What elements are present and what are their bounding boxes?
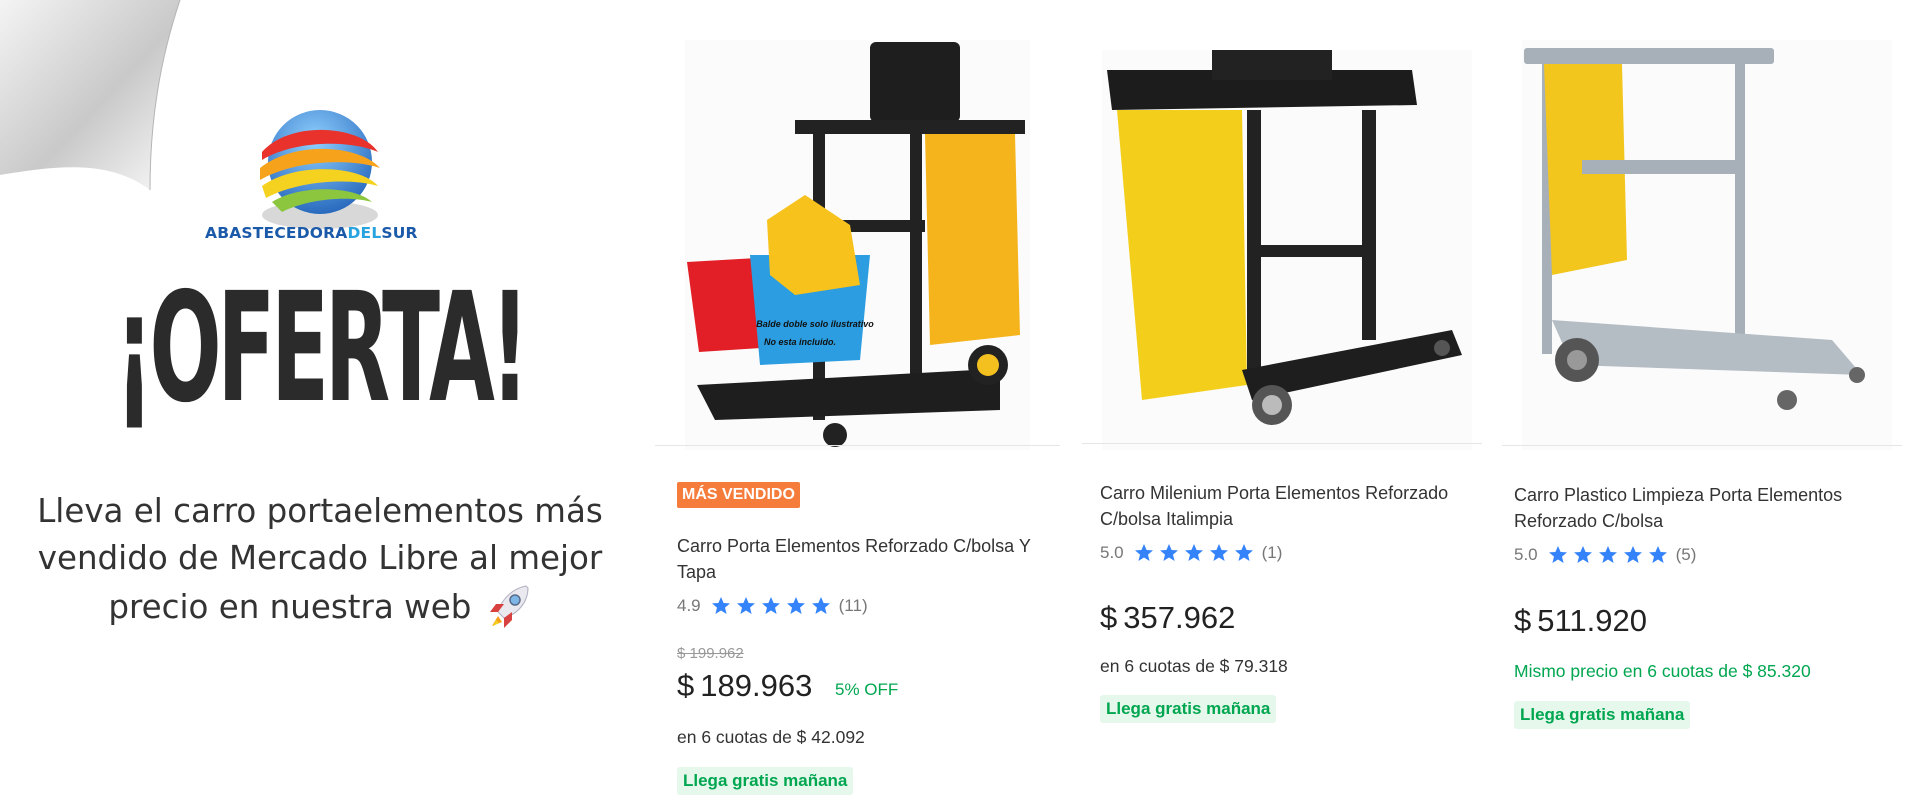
image-caption-line1: Balde doble solo ilustrativo bbox=[756, 319, 874, 329]
currency-symbol: $ bbox=[1100, 600, 1118, 635]
product-price-1: $189.963 bbox=[677, 668, 812, 704]
product-rating-2: 5.0 (1) bbox=[1100, 543, 1282, 563]
gray-janitorial-cart-image bbox=[1522, 40, 1892, 450]
currency-symbol: $ bbox=[677, 668, 695, 703]
price-amount: 511.920 bbox=[1537, 603, 1648, 638]
best-seller-badge: MÁS VENDIDO bbox=[677, 482, 800, 508]
card-divider bbox=[1502, 445, 1902, 446]
star-icon bbox=[1648, 546, 1667, 563]
review-count: (5) bbox=[1675, 545, 1697, 564]
star-icon bbox=[811, 597, 830, 614]
star-icon bbox=[761, 597, 780, 614]
star-icon bbox=[1134, 544, 1153, 561]
brand-name-part1: ABASTECEDORA bbox=[205, 224, 348, 242]
star-icon bbox=[1548, 546, 1567, 563]
star-icon bbox=[736, 597, 755, 614]
shipping-label-3: Llega gratis mañana bbox=[1514, 701, 1691, 729]
rocket-icon bbox=[489, 585, 529, 628]
product-price-3: $511.920 bbox=[1514, 603, 1647, 639]
installments-3: Mismo precio en 6 cuotas de $ 85.320 bbox=[1514, 661, 1811, 681]
product-price-2: $357.962 bbox=[1100, 600, 1235, 636]
review-count: (11) bbox=[838, 596, 868, 615]
star-icon bbox=[1623, 546, 1642, 563]
star-icon bbox=[1598, 546, 1617, 563]
product-rating-1: 4.9 (11) bbox=[677, 596, 868, 616]
currency-symbol: $ bbox=[1514, 603, 1532, 638]
janitorial-cart-with-bucket-image: Balde doble solo ilustrativo No esta inc… bbox=[685, 40, 1030, 450]
rating-stars bbox=[1548, 545, 1668, 565]
star-icon bbox=[1209, 544, 1228, 561]
product-image-3[interactable] bbox=[1502, 30, 1902, 450]
discount-label: 5% OFF bbox=[835, 680, 899, 699]
rating-stars bbox=[711, 596, 831, 616]
rating-value: 5.0 bbox=[1514, 545, 1538, 564]
star-icon bbox=[786, 597, 805, 614]
promo-headline: ¡OFERTA! bbox=[115, 259, 529, 436]
product-title-3[interactable]: Carro Plastico Limpieza Porta Elementos … bbox=[1514, 482, 1904, 534]
rating-value: 5.0 bbox=[1100, 543, 1124, 562]
product-card-3[interactable]: Carro Plastico Limpieza Porta Elementos … bbox=[1502, 30, 1902, 790]
brand-name-part3: SUR bbox=[381, 224, 418, 242]
page-curl-decoration bbox=[0, 0, 181, 191]
card-divider bbox=[655, 445, 1060, 446]
star-icon bbox=[1573, 546, 1592, 563]
shipping-label-2: Llega gratis mañana bbox=[1100, 695, 1277, 723]
image-caption-line2: No esta incluido. bbox=[764, 337, 836, 347]
card-divider bbox=[1082, 443, 1482, 444]
product-card-2[interactable]: Carro Milenium Porta Elementos Reforzado… bbox=[1082, 30, 1482, 790]
star-icon bbox=[1159, 544, 1178, 561]
brand-wordmark: ABASTECEDORADELSUR bbox=[205, 224, 445, 242]
product-card-1[interactable]: Balde doble solo ilustrativo No esta inc… bbox=[655, 30, 1060, 795]
brand-name-part2: DEL bbox=[347, 224, 382, 242]
star-icon bbox=[1234, 544, 1253, 561]
review-count: (1) bbox=[1261, 543, 1283, 562]
product-title-2[interactable]: Carro Milenium Porta Elementos Reforzado… bbox=[1100, 480, 1480, 532]
price-amount: 357.962 bbox=[1123, 600, 1236, 635]
installments-2: en 6 cuotas de $ 79.318 bbox=[1100, 656, 1288, 676]
star-icon bbox=[1184, 544, 1203, 561]
product-image-1[interactable]: Balde doble solo ilustrativo No esta inc… bbox=[655, 30, 1060, 450]
product-rating-3: 5.0 (5) bbox=[1514, 545, 1696, 565]
shipping-label-1: Llega gratis mañana bbox=[677, 767, 854, 795]
old-price: $ 199.962 bbox=[677, 645, 744, 662]
installments-1: en 6 cuotas de $ 42.092 bbox=[677, 727, 865, 747]
rating-stars bbox=[1134, 543, 1254, 563]
product-title-1[interactable]: Carro Porta Elementos Reforzado C/bolsa … bbox=[677, 533, 1057, 585]
price-amount: 189.963 bbox=[700, 668, 813, 703]
promo-description: Lleva el carro portaelementos más vendid… bbox=[20, 488, 620, 632]
star-icon bbox=[711, 597, 730, 614]
janitorial-cart-yellow-bag-image bbox=[1102, 50, 1472, 450]
rating-value: 4.9 bbox=[677, 596, 701, 615]
product-image-2[interactable] bbox=[1082, 30, 1482, 450]
